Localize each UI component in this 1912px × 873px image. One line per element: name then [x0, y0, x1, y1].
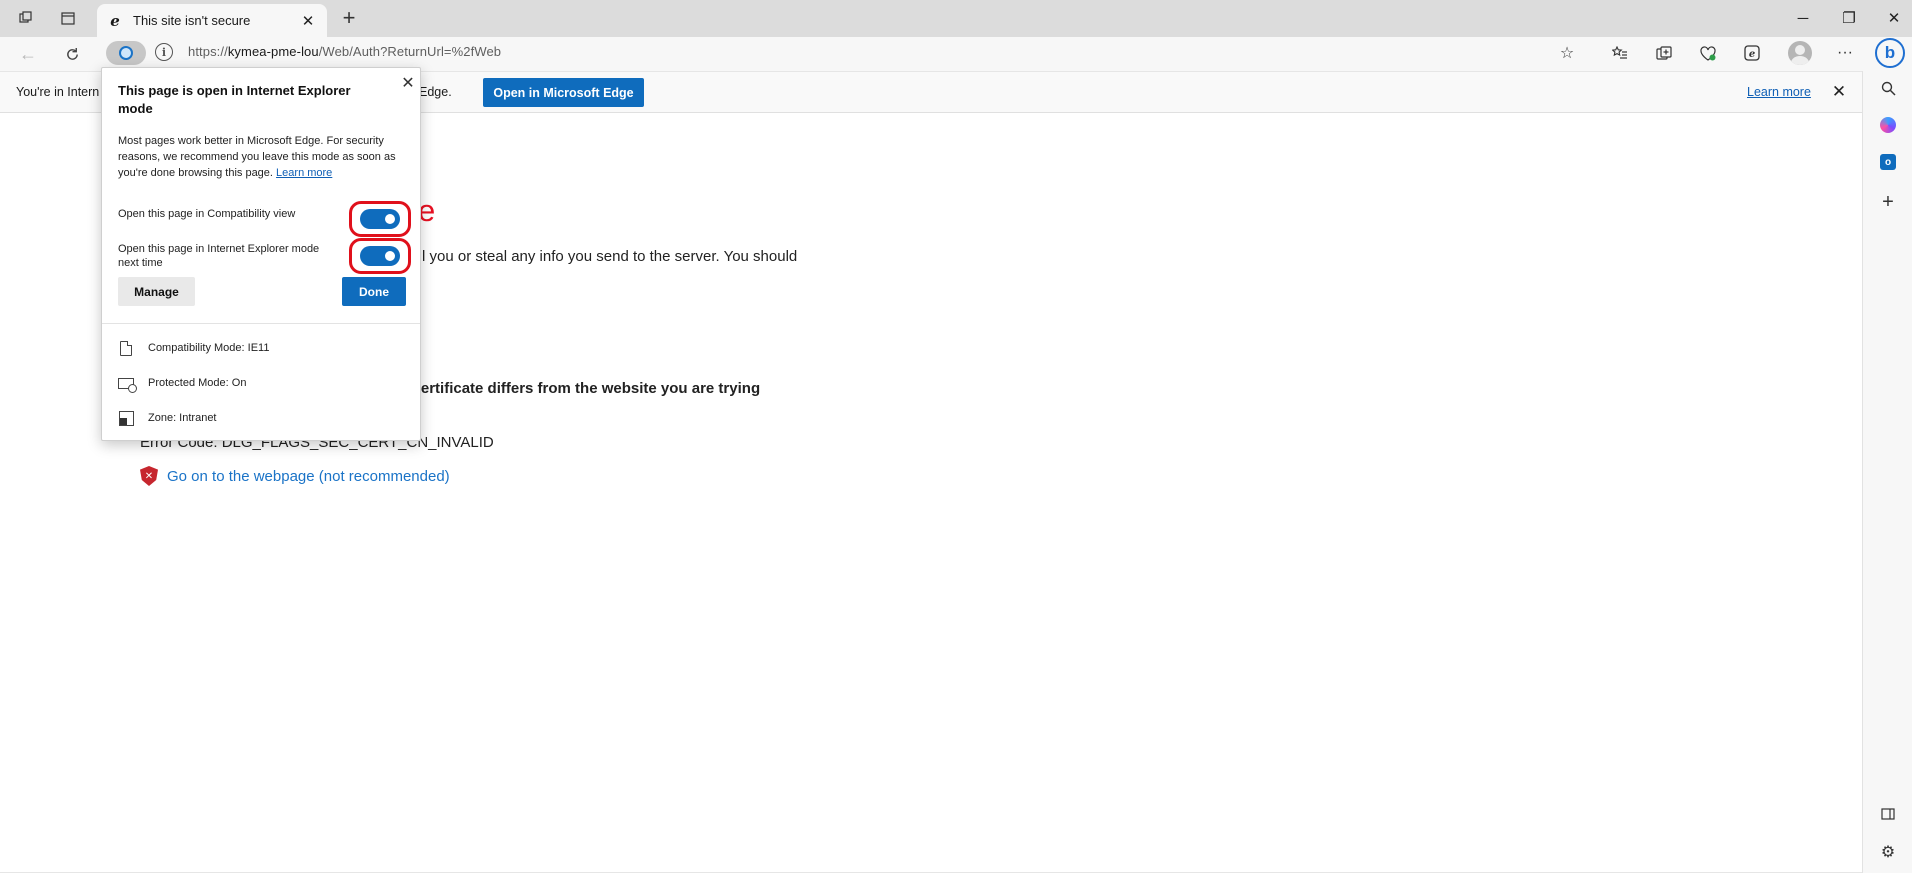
- favorite-star-icon[interactable]: ☆: [1553, 41, 1581, 65]
- window-close-icon[interactable]: ✕: [1874, 7, 1912, 29]
- copilot-icon[interactable]: [1875, 112, 1901, 138]
- search-icon[interactable]: [1875, 75, 1901, 101]
- title-bar: e This site isn't secure ✕ + ─ ❐ ✕: [0, 0, 1912, 37]
- infobar-close-icon[interactable]: ✕: [1828, 81, 1850, 103]
- bing-copilot-icon[interactable]: b: [1875, 38, 1905, 68]
- popup-close-icon[interactable]: ✕: [398, 73, 418, 93]
- minimize-icon[interactable]: ─: [1783, 7, 1823, 29]
- go-on-row[interactable]: ✕ Go on to the webpage (not recommended): [140, 466, 450, 486]
- url-host: kymea-pme-lou: [227, 44, 319, 59]
- favorites-icon[interactable]: [1606, 41, 1634, 65]
- protected-mode-icon: [118, 375, 137, 393]
- new-tab-button[interactable]: +: [335, 5, 363, 30]
- ie-mode-next-time-label: Open this page in Internet Explorer mode…: [118, 243, 320, 269]
- zone-row: Zone: Intranet: [118, 410, 217, 426]
- tab-title: This site isn't secure: [133, 13, 251, 28]
- internet-explorer-icon: e: [110, 11, 120, 30]
- tab-active[interactable]: e This site isn't secure ✕: [97, 4, 327, 37]
- shield-warning-icon: ✕: [140, 466, 158, 486]
- browser-essentials-icon[interactable]: [1694, 41, 1722, 65]
- ie-reload-icon[interactable]: e: [1738, 41, 1766, 65]
- more-options-icon[interactable]: ···: [1831, 41, 1859, 65]
- workspaces-icon[interactable]: [12, 6, 40, 30]
- url-prefix: https://: [188, 44, 228, 59]
- open-in-edge-button[interactable]: Open in Microsoft Edge: [483, 78, 644, 107]
- site-info-icon[interactable]: i: [155, 43, 173, 61]
- svg-text:e: e: [1749, 49, 1755, 60]
- popup-title: This page is open in Internet Explorer m…: [118, 83, 351, 116]
- compat-view-highlight: [349, 201, 411, 237]
- ie-mode-next-time-toggle[interactable]: [360, 246, 400, 266]
- infobar-message-start: You're in Intern: [16, 85, 100, 99]
- tab-actions-icon[interactable]: [54, 6, 82, 30]
- ie-mode-button[interactable]: [106, 41, 146, 65]
- document-icon: [118, 340, 134, 356]
- back-arrow-icon[interactable]: ←: [14, 41, 42, 67]
- popup-description-text: Most pages work better in Microsoft Edge…: [118, 135, 396, 179]
- hide-sidebar-icon[interactable]: [1875, 801, 1901, 827]
- compat-view-label: Open this page in Compatibility view: [118, 208, 296, 220]
- profile-avatar[interactable]: [1788, 41, 1812, 65]
- popup-divider: [102, 323, 420, 324]
- compat-view-toggle[interactable]: [360, 209, 400, 229]
- refresh-icon[interactable]: [58, 41, 86, 67]
- compatibility-mode-row: Compatibility Mode: IE11: [118, 340, 269, 356]
- go-on-to-webpage-link[interactable]: Go on to the webpage (not recommended): [167, 468, 450, 485]
- gear-icon[interactable]: ⚙: [1875, 839, 1901, 865]
- protected-mode-text: Protected Mode: On: [148, 377, 247, 389]
- page-bold-fragment: y certificate differs from the website y…: [400, 380, 761, 397]
- infobar-learn-more-link[interactable]: Learn more: [1747, 85, 1811, 99]
- popup-learn-more-link[interactable]: Learn more: [276, 167, 332, 179]
- protected-mode-row: Protected Mode: On: [118, 375, 247, 393]
- outlook-icon[interactable]: o: [1875, 149, 1901, 175]
- add-sidebar-app-icon[interactable]: +: [1875, 189, 1901, 215]
- tab-close-icon[interactable]: ✕: [299, 12, 317, 30]
- ie-mode-popup: ✕ This page is open in Internet Explorer…: [101, 67, 421, 441]
- done-button[interactable]: Done: [342, 277, 406, 306]
- collections-icon[interactable]: [1650, 41, 1678, 65]
- zone-text: Zone: Intranet: [148, 412, 217, 424]
- url-path: /Web/Auth?ReturnUrl=%2fWeb: [318, 44, 502, 59]
- edge-sidebar: o + ⚙: [1862, 71, 1912, 873]
- zone-icon: [118, 410, 134, 426]
- restore-icon[interactable]: ❐: [1829, 7, 1869, 29]
- ie-mode-globe-icon: [119, 46, 133, 60]
- infobar-message-end: Edge.: [419, 85, 452, 99]
- address-url[interactable]: https://kymea-pme-lou/Web/Auth?ReturnUrl…: [188, 44, 501, 59]
- manage-button[interactable]: Manage: [118, 277, 195, 306]
- ie-mode-next-time-highlight: [349, 238, 411, 274]
- popup-description: Most pages work better in Microsoft Edge…: [118, 133, 398, 181]
- compatibility-mode-text: Compatibility Mode: IE11: [148, 342, 270, 354]
- page-paragraph-fragment: l you or steal any info you send to the …: [422, 248, 798, 265]
